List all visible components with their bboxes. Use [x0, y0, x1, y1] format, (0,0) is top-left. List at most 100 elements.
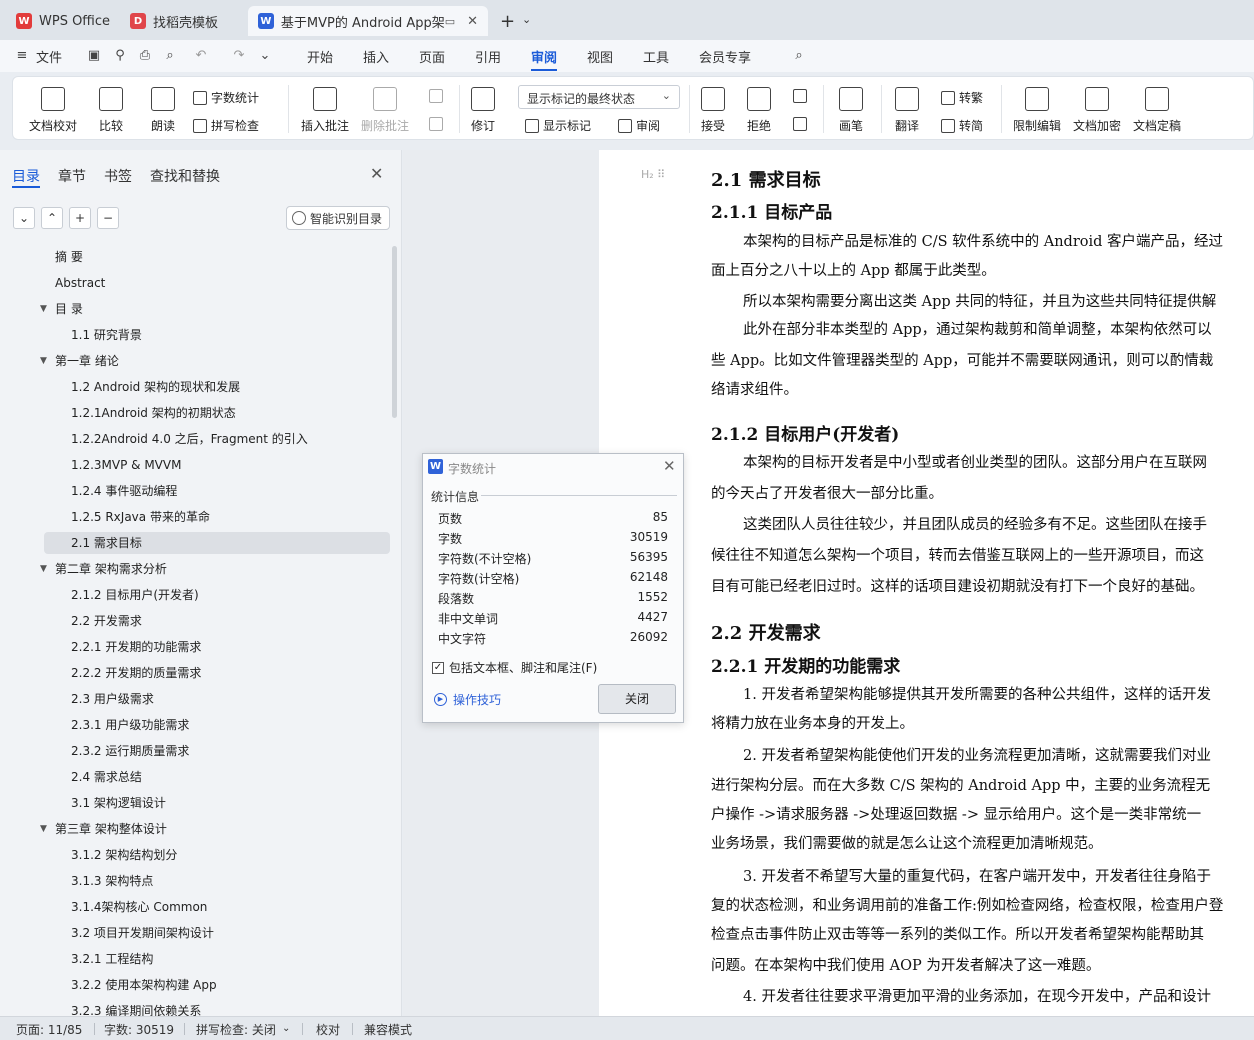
toc-item[interactable]: 1.2.5 RxJava 带来的革命	[71, 506, 210, 528]
undo-icon[interactable]: ↶	[193, 48, 209, 64]
show-markup-button[interactable]: 显示标记	[525, 117, 591, 134]
toc-item[interactable]: 摘 要	[55, 246, 83, 268]
toc-item[interactable]: 2.3.1 用户级功能需求	[71, 714, 189, 736]
accept-button[interactable]: 接受	[701, 87, 725, 134]
reject-button[interactable]: 拒绝	[747, 87, 771, 134]
toc-item[interactable]: 3.2 项目开发期间架构设计	[71, 922, 214, 944]
close-tab-icon[interactable]: ✕	[467, 14, 478, 29]
revise-button[interactable]: 修订	[471, 87, 495, 134]
status-page[interactable]: 页面: 11/85	[16, 1021, 82, 1038]
share-icon[interactable]: ⚲	[112, 48, 128, 64]
expand-caret-icon[interactable]: ▼	[40, 824, 47, 834]
to-traditional-button[interactable]: 转繁	[941, 89, 983, 106]
menu-reference[interactable]: 引用	[475, 47, 501, 66]
menu-review[interactable]: 审阅	[531, 47, 557, 66]
compare-button[interactable]: 比较	[99, 87, 123, 134]
status-proof[interactable]: 校对	[316, 1021, 340, 1038]
tab-wps-office[interactable]: W WPS Office	[6, 6, 120, 36]
to-simplified-button[interactable]: 转简	[941, 117, 983, 134]
toc-item[interactable]: 3.1.2 架构结构划分	[71, 844, 177, 866]
tab-find-replace[interactable]: 查找和替换	[150, 166, 220, 186]
toc-item[interactable]: 3.2.3 编译期间依赖关系	[71, 1000, 201, 1016]
heading-marker[interactable]: H₂ ⠿	[641, 168, 665, 181]
read-aloud-button[interactable]: 朗读	[151, 87, 175, 134]
toc-item[interactable]: 3.1.4架构核心 Common	[71, 896, 207, 918]
close-panel-icon[interactable]: ✕	[370, 164, 383, 183]
word-count-button[interactable]: 字数统计	[193, 89, 259, 106]
toc-item[interactable]: 1.2.4 事件驱动编程	[71, 480, 177, 502]
chevron-down-icon[interactable]: ⌄	[522, 13, 531, 26]
expand-up-button[interactable]: ⌃	[41, 207, 63, 229]
finalize-button[interactable]: 文档定稿	[1133, 87, 1181, 134]
ink-button[interactable]: 画笔	[839, 87, 863, 134]
status-spell[interactable]: 拼写检查: 关闭	[196, 1021, 276, 1038]
redo-icon[interactable]: ↷	[231, 48, 247, 64]
print-preview-icon[interactable]: ⌕	[162, 48, 178, 64]
toc-scrollbar[interactable]	[392, 246, 397, 418]
toc-item[interactable]: 目 录	[55, 298, 83, 320]
search-icon[interactable]: ⌕	[791, 48, 807, 64]
chevron-down-icon[interactable]: ⌄	[257, 48, 273, 64]
dialog-titlebar[interactable]: W 字数统计 ✕	[423, 454, 683, 480]
chevron-down-icon[interactable]: ⌄	[282, 1023, 290, 1034]
collapse-all-button[interactable]: ⌄	[13, 207, 35, 229]
prev-change-button[interactable]	[793, 89, 811, 103]
new-tab-icon[interactable]: +	[500, 11, 515, 32]
close-button[interactable]: 关闭	[598, 684, 676, 714]
menu-insert[interactable]: 插入	[363, 47, 389, 66]
checkbox-checked-icon[interactable]: ✓	[432, 661, 444, 674]
delete-comment-button[interactable]: 删除批注	[361, 87, 409, 134]
tab-document[interactable]: W 基于MVP的 Android App架构 ▭ ✕	[248, 6, 488, 36]
toc-item[interactable]: 第一章 绪论	[55, 350, 119, 372]
prev-comment-button[interactable]	[429, 89, 447, 103]
document-page[interactable]: H₂ ⠿ 2.1 需求目标 2.1.1 目标产品 本架构的目标产品是标准的 C/S …	[599, 150, 1254, 1016]
toc-item[interactable]: 第二章 架构需求分析	[55, 558, 167, 580]
toc-item[interactable]: 2.1 需求目标	[44, 532, 390, 554]
close-icon[interactable]: ✕	[663, 457, 676, 475]
expand-caret-icon[interactable]: ▼	[40, 564, 47, 574]
toc-item[interactable]: 2.1.2 目标用户(开发者)	[71, 584, 199, 606]
toc-item[interactable]: 1.1 研究背景	[71, 324, 142, 346]
toc-item[interactable]: 1.2.1Android 架构的初期状态	[71, 402, 236, 424]
spell-check-button[interactable]: 拼写检查	[193, 117, 259, 134]
toc-item[interactable]: 1.2.3MVP & MVVM	[71, 454, 181, 476]
toc-item[interactable]: 2.2.2 开发期的质量需求	[71, 662, 201, 684]
toc-item[interactable]: 2.4 需求总结	[71, 766, 142, 788]
toc-item[interactable]: 3.1.3 架构特点	[71, 870, 153, 892]
toc-item[interactable]: 第三章 架构整体设计	[55, 818, 167, 840]
insert-comment-button[interactable]: 插入批注	[301, 87, 349, 134]
print-icon[interactable]: ⎙	[137, 48, 153, 64]
smart-toc-button[interactable]: 智能识别目录	[286, 206, 390, 230]
toc-item[interactable]: 2.2.1 开发期的功能需求	[71, 636, 201, 658]
save-icon[interactable]: ▣	[86, 48, 102, 64]
toc-item[interactable]: 3.2.1 工程结构	[71, 948, 153, 970]
markup-state-select[interactable]: 显示标记的最终状态 ⌄	[518, 85, 680, 109]
doc-proof-button[interactable]: 文档校对	[29, 87, 77, 134]
expand-caret-icon[interactable]: ▼	[40, 356, 47, 366]
tab-docer[interactable]: D 找稻壳模板	[120, 6, 228, 36]
status-words[interactable]: 字数: 30519	[104, 1021, 174, 1038]
hamburger-icon[interactable]: ≡	[14, 48, 30, 64]
add-heading-button[interactable]: +	[69, 207, 91, 229]
restrict-edit-button[interactable]: 限制编辑	[1013, 87, 1061, 134]
toc-item[interactable]: Abstract	[55, 272, 105, 294]
toc-item[interactable]: 3.2.2 使用本架构构建 App	[71, 974, 217, 996]
toc-item[interactable]: 2.3 用户级需求	[71, 688, 154, 710]
menu-view[interactable]: 视图	[587, 47, 613, 66]
menu-home[interactable]: 开始	[307, 47, 333, 66]
toc-item[interactable]: 3.1 架构逻辑设计	[71, 792, 166, 814]
toc-item[interactable]: 1.2.2Android 4.0 之后，Fragment 的引入	[71, 428, 308, 450]
menu-file[interactable]: 文件	[36, 47, 62, 66]
next-change-button[interactable]	[793, 117, 811, 131]
next-comment-button[interactable]	[429, 117, 447, 131]
menu-page[interactable]: 页面	[419, 47, 445, 66]
review-pane-button[interactable]: 审阅	[618, 117, 660, 134]
tab-toc[interactable]: 目录	[12, 166, 40, 186]
remove-heading-button[interactable]: −	[97, 207, 119, 229]
toc-item[interactable]: 2.2 开发需求	[71, 610, 142, 632]
tab-bookmarks[interactable]: 书签	[104, 166, 132, 186]
include-footnotes-checkbox[interactable]: ✓ 包括文本框、脚注和尾注(F)	[432, 659, 597, 676]
tab-chapters[interactable]: 章节	[58, 166, 86, 186]
expand-caret-icon[interactable]: ▼	[40, 304, 47, 314]
menu-member[interactable]: 会员专享	[699, 47, 751, 66]
